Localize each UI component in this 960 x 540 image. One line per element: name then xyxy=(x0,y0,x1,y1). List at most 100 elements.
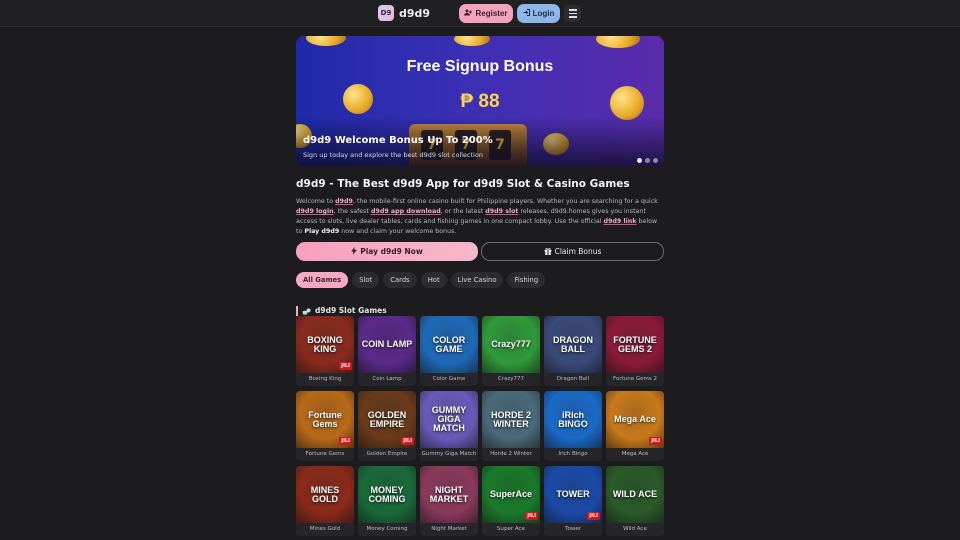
tab-hot[interactable]: Hot xyxy=(420,272,447,288)
section-title: d9d9 Slot Games xyxy=(315,306,387,315)
game-thumbnail-text: BOXING KING xyxy=(307,334,343,354)
tab-fishing[interactable]: Fishing xyxy=(507,272,546,288)
logo-text: d9d9 xyxy=(399,6,431,20)
game-card[interactable]: NIGHT MARKET Night Market xyxy=(420,466,478,536)
game-card[interactable]: SuperAce JILI Super Ace xyxy=(482,466,540,536)
game-name: Super Ace xyxy=(497,526,525,532)
keyword-link[interactable]: d9d9 slot xyxy=(485,208,518,215)
game-thumbnail[interactable]: COLOR GAME xyxy=(420,316,478,373)
game-thumbnail-text: iRich BINGO xyxy=(558,409,588,429)
login-label: Login xyxy=(532,9,555,18)
game-thumbnail[interactable]: Fortune Gems JILI xyxy=(296,391,354,448)
game-thumbnail[interactable]: FORTUNE GEMS 2 xyxy=(606,316,664,373)
game-thumbnail-text: TOWER xyxy=(556,489,590,499)
tab-all-games[interactable]: All Games xyxy=(296,272,349,288)
jili-badge: JILI xyxy=(339,437,352,445)
keyword-link[interactable]: d9d9 login xyxy=(296,208,334,215)
keyword-link[interactable]: d9d9 app download xyxy=(371,208,441,215)
game-name: Coin Lamp xyxy=(372,376,402,382)
game-thumbnail[interactable]: TOWER JILI xyxy=(544,466,602,523)
game-thumbnail[interactable]: iRich BINGO xyxy=(544,391,602,448)
game-card[interactable]: Fortune Gems JILI Fortune Gems xyxy=(296,391,354,461)
game-thumbnail-text: Crazy777 xyxy=(491,339,531,349)
game-name: Mines Gold xyxy=(309,526,341,532)
game-thumbnail[interactable]: MINES GOLD xyxy=(296,466,354,523)
gold-coin-decoration xyxy=(306,36,346,46)
game-thumbnail-text: DRAGON BALL xyxy=(553,334,593,354)
tab-cards[interactable]: Cards xyxy=(383,272,417,288)
game-thumbnail-text: FORTUNE GEMS 2 xyxy=(613,334,657,354)
carousel-dot[interactable] xyxy=(637,158,642,163)
game-name: Horde 2 Winter xyxy=(490,451,532,457)
game-thumbnail[interactable]: GUMMY GIGA MATCH xyxy=(420,391,478,448)
game-card[interactable]: WILD ACE Wild Ace xyxy=(606,466,664,536)
game-thumbnail[interactable]: COIN LAMP xyxy=(358,316,416,373)
game-name: Fortune Gems 2 xyxy=(613,376,657,382)
game-card[interactable]: DRAGON BALL Dragon Ball xyxy=(544,316,602,386)
game-thumbnail[interactable]: DRAGON BALL xyxy=(544,316,602,373)
game-name: Golden Empire xyxy=(366,451,408,457)
keyword-link[interactable]: d9d9 link xyxy=(604,218,637,225)
gold-coin-decoration xyxy=(596,36,640,48)
game-thumbnail-text: WILD ACE xyxy=(612,489,658,499)
jili-badge: JILI xyxy=(401,437,414,445)
promo-banner[interactable]: Free Signup Bonus ₱ 88 7 7 7 d9d9 Welcom… xyxy=(296,36,664,166)
page-title: d9d9 - The Best d9d9 App for d9d9 Slot &… xyxy=(296,178,630,190)
game-thumbnail[interactable]: WILD ACE xyxy=(606,466,664,523)
game-thumbnail[interactable]: MONEY COMING xyxy=(358,466,416,523)
carousel-dot[interactable] xyxy=(645,158,650,163)
game-thumbnail[interactable]: GOLDEN EMPIRE JILI xyxy=(358,391,416,448)
intro-paragraph: Welcome to d9d9, the mobile-first online… xyxy=(296,198,658,235)
game-card[interactable]: MINES GOLD Mines Gold xyxy=(296,466,354,536)
game-grid: BOXING KING JILI Boxing King COIN LAMP Coin … xyxy=(296,316,664,536)
game-thumbnail-text: COIN LAMP xyxy=(361,339,413,349)
game-card[interactable]: Mega Ace JILI Mega Ace xyxy=(606,391,664,461)
register-button[interactable]: Register xyxy=(459,4,513,23)
game-card[interactable]: BOXING KING JILI Boxing King xyxy=(296,316,354,386)
play-now-button[interactable]: Play d9d9 Now xyxy=(296,242,478,261)
gift-icon xyxy=(544,247,552,257)
logo-badge: D9 xyxy=(378,5,394,21)
game-thumbnail[interactable]: NIGHT MARKET xyxy=(420,466,478,523)
game-thumbnail[interactable]: SuperAce JILI xyxy=(482,466,540,523)
sign-in-icon xyxy=(523,9,530,18)
game-card[interactable]: TOWER JILI Tower xyxy=(544,466,602,536)
game-thumbnail-text: NIGHT MARKET xyxy=(429,484,469,504)
game-thumbnail[interactable]: Mega Ace JILI xyxy=(606,391,664,448)
game-card[interactable]: HORDE 2 WINTER Horde 2 Winter xyxy=(482,391,540,461)
keyword-strong: Play d9d9 xyxy=(304,228,340,235)
play-now-label: Play d9d9 Now xyxy=(360,247,423,256)
bolt-icon xyxy=(351,246,358,257)
game-card[interactable]: MONEY COMING Money Coming xyxy=(358,466,416,536)
game-name: Tower xyxy=(565,526,581,532)
claim-bonus-label: Claim Bonus xyxy=(554,247,602,256)
site-logo[interactable]: D9 d9d9 xyxy=(378,5,430,21)
game-thumbnail-text: COLOR GAME xyxy=(432,334,466,354)
game-name: Dragon Ball xyxy=(556,376,590,382)
keyword-link[interactable]: d9d9 xyxy=(335,198,353,205)
game-card[interactable]: iRich BINGO Irich Bingo xyxy=(544,391,602,461)
game-thumbnail-text: Fortune Gems xyxy=(308,409,342,429)
tab-live-casino[interactable]: Live Casino xyxy=(450,272,504,288)
login-button[interactable]: Login xyxy=(517,4,560,23)
claim-bonus-button[interactable]: Claim Bonus xyxy=(481,242,664,261)
carousel-dot[interactable] xyxy=(653,158,658,163)
game-card[interactable]: COIN LAMP Coin Lamp xyxy=(358,316,416,386)
jili-badge: JILI xyxy=(525,512,538,520)
game-name: Mega Ace xyxy=(621,451,649,457)
tab-slot[interactable]: Slot xyxy=(352,272,380,288)
game-card[interactable]: COLOR GAME Color Game xyxy=(420,316,478,386)
game-card[interactable]: FORTUNE GEMS 2 Fortune Gems 2 xyxy=(606,316,664,386)
banner-amount: ₱ 88 xyxy=(460,91,500,112)
game-card[interactable]: GOLDEN EMPIRE JILI Golden Empire xyxy=(358,391,416,461)
register-label: Register xyxy=(475,9,508,18)
game-thumbnail[interactable]: HORDE 2 WINTER xyxy=(482,391,540,448)
hamburger-menu-icon[interactable] xyxy=(564,5,581,22)
game-name: Gummy Giga Match xyxy=(421,451,477,457)
game-thumbnail[interactable]: BOXING KING JILI xyxy=(296,316,354,373)
user-plus-icon xyxy=(464,9,473,18)
game-thumbnail[interactable]: Crazy777 xyxy=(482,316,540,373)
game-card[interactable]: GUMMY GIGA MATCH Gummy Giga Match xyxy=(420,391,478,461)
game-thumbnail-text: HORDE 2 WINTER xyxy=(490,409,531,429)
game-card[interactable]: Crazy777 Crazy777 xyxy=(482,316,540,386)
